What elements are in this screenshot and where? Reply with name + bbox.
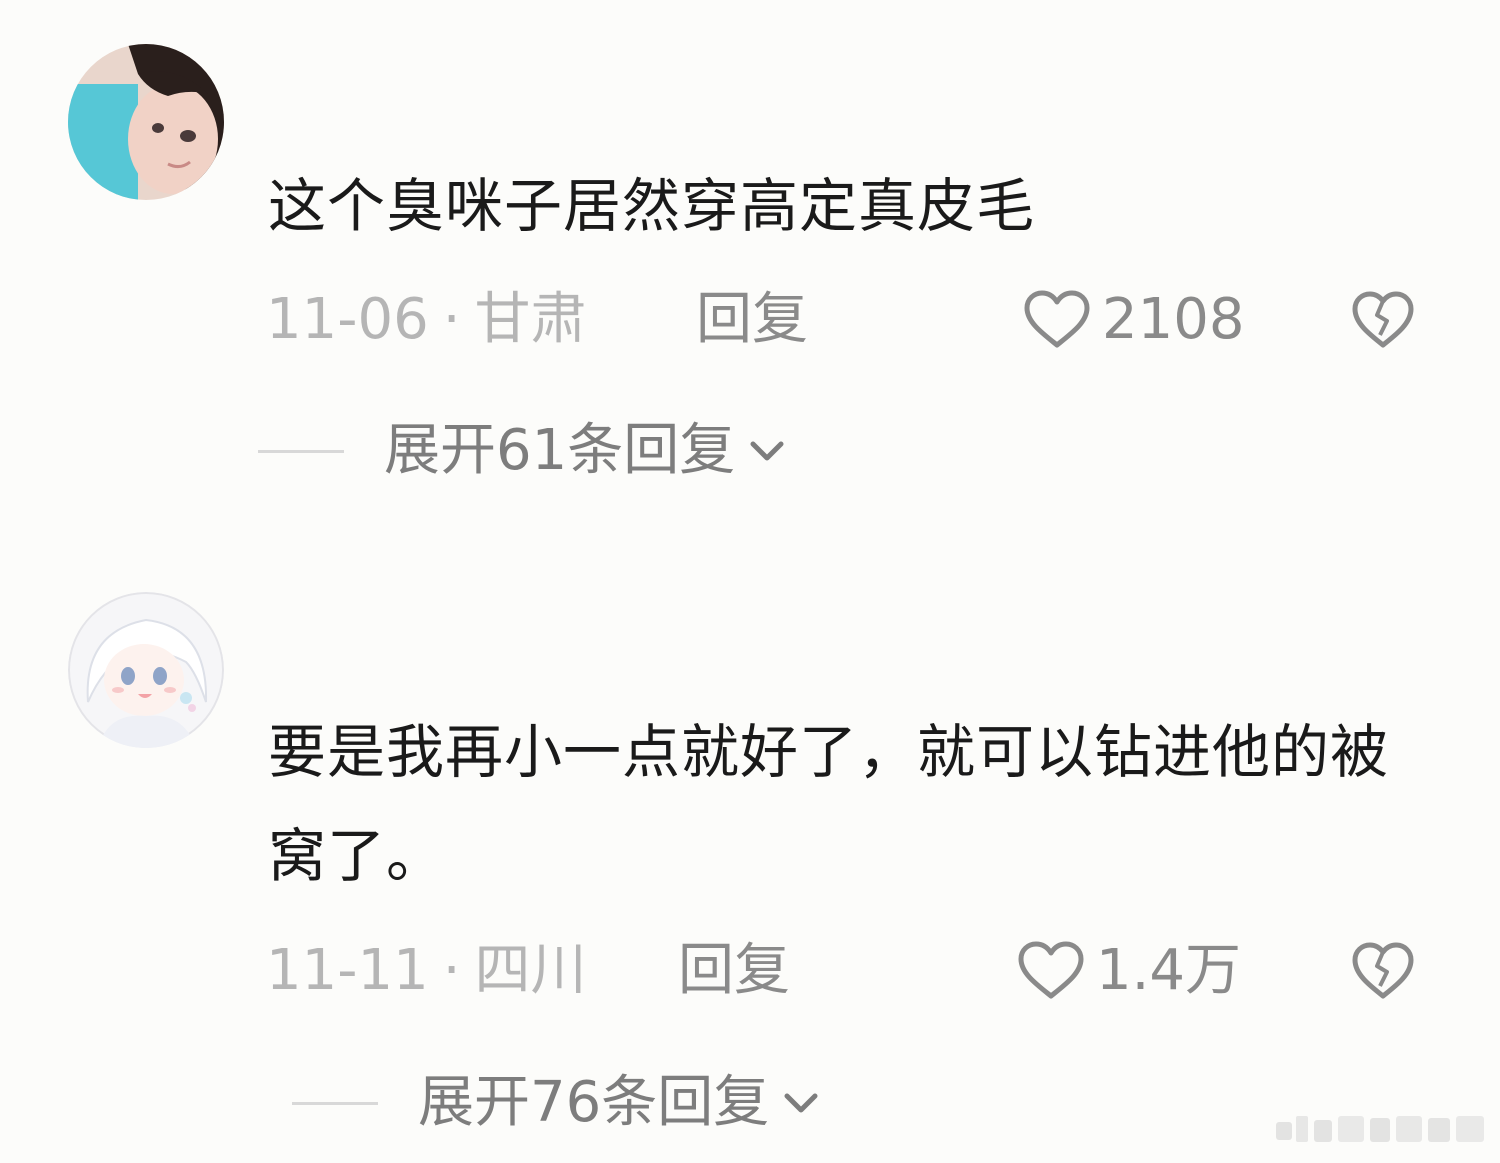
expand-replies-label: 展开76条回复 [418,1070,770,1135]
like-count: 1.4万 [1096,938,1242,1003]
meta-separator: · [442,938,461,1003]
watermark-logo-icon [1276,1116,1484,1142]
like-count: 2108 [1102,287,1245,352]
comment-text: 要是我再小一点就好了，就可以钻进他的被窝了。 [268,718,1390,890]
expand-replies-button[interactable]: 展开76条回复 [292,1068,823,1138]
meta-separator: · [442,287,461,352]
heart-outline-icon [1024,290,1090,348]
like-button[interactable]: 1.4万 [1016,936,1241,1006]
divider-line [258,449,344,453]
comment-location: 四川 [474,938,587,1003]
reply-button[interactable]: 回复 [678,936,790,1006]
reply-button[interactable]: 回复 [696,285,808,355]
comment-meta: 11-11 · 四川 [266,936,587,1006]
avatar[interactable] [68,592,224,748]
dislike-button[interactable] [1350,285,1416,355]
broken-heart-icon [1352,291,1414,348]
comment-item: 这个臭咪子居然穿高定真皮毛 11-06 · 甘肃 回复 2108 展开61条回复 [0,0,1500,560]
divider-line [292,1101,378,1105]
like-button[interactable]: 2108 [1022,285,1245,355]
chevron-down-icon [750,441,784,461]
comment-text: 这个臭咪子居然穿高定真皮毛 [268,172,1036,240]
comment-meta: 11-06 · 甘肃 [266,285,587,355]
avatar[interactable] [68,44,224,200]
avatar-anime-image [68,592,224,748]
chevron-down-icon [784,1093,818,1113]
heart-outline-icon [1018,941,1084,999]
watermark [1266,1111,1486,1147]
dislike-button[interactable] [1350,936,1416,1006]
comment-location: 甘肃 [474,287,587,352]
comment-date: 11-11 [266,938,429,1003]
expand-replies-label: 展开61条回复 [384,418,736,483]
broken-heart-icon [1352,942,1414,999]
comment-item: 要是我再小一点就好了，就可以钻进他的被窝了。 11-11 · 四川 回复 1.4万 … [0,560,1500,1163]
comment-date: 11-06 [266,287,429,352]
expand-replies-button[interactable]: 展开61条回复 [258,416,789,486]
avatar-photo [68,44,224,200]
